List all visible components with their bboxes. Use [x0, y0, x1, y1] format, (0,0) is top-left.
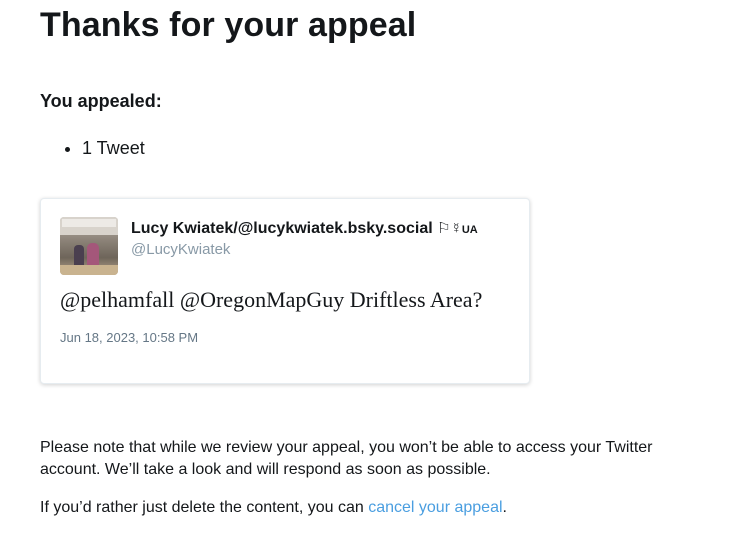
appealed-item: 1 Tweet — [82, 138, 145, 159]
ua-suffix: UA — [461, 224, 478, 236]
review-notice: Please note that while we review your ap… — [40, 439, 653, 478]
flag-icon: ⚐☿UA — [437, 220, 478, 237]
tweet-author-name: Lucy Kwiatek/@lucykwiatek.bsky.social ⚐☿… — [131, 219, 478, 238]
tweet-text: @pelhamfall @OregonMapGuy Driftless Area… — [60, 287, 483, 312]
cancel-appeal-link[interactable]: cancel your appeal — [368, 499, 502, 516]
delete-notice-period: . — [502, 499, 507, 516]
tweet-timestamp: Jun 18, 2023, 10:58 PM — [60, 330, 199, 345]
tweet-author-handle: @LucyKwiatek — [131, 241, 231, 258]
delete-notice-text: If you’d rather just delete the content,… — [40, 499, 369, 516]
avatar — [60, 217, 118, 275]
appealed-label: You appealed: — [40, 91, 162, 111]
page-title: Thanks for your appeal — [40, 6, 417, 44]
appeal-confirmation-page: Thanks for your appeal You appealed: 1 T… — [0, 0, 736, 560]
tweet-card: Lucy Kwiatek/@lucykwiatek.bsky.social ⚐☿… — [40, 198, 530, 384]
author-display-name: Lucy Kwiatek/@lucykwiatek.bsky.social — [131, 220, 433, 237]
appealed-items-list: 1 Tweet — [62, 138, 145, 159]
delete-content-notice: If you’d rather just delete the content,… — [40, 497, 507, 519]
